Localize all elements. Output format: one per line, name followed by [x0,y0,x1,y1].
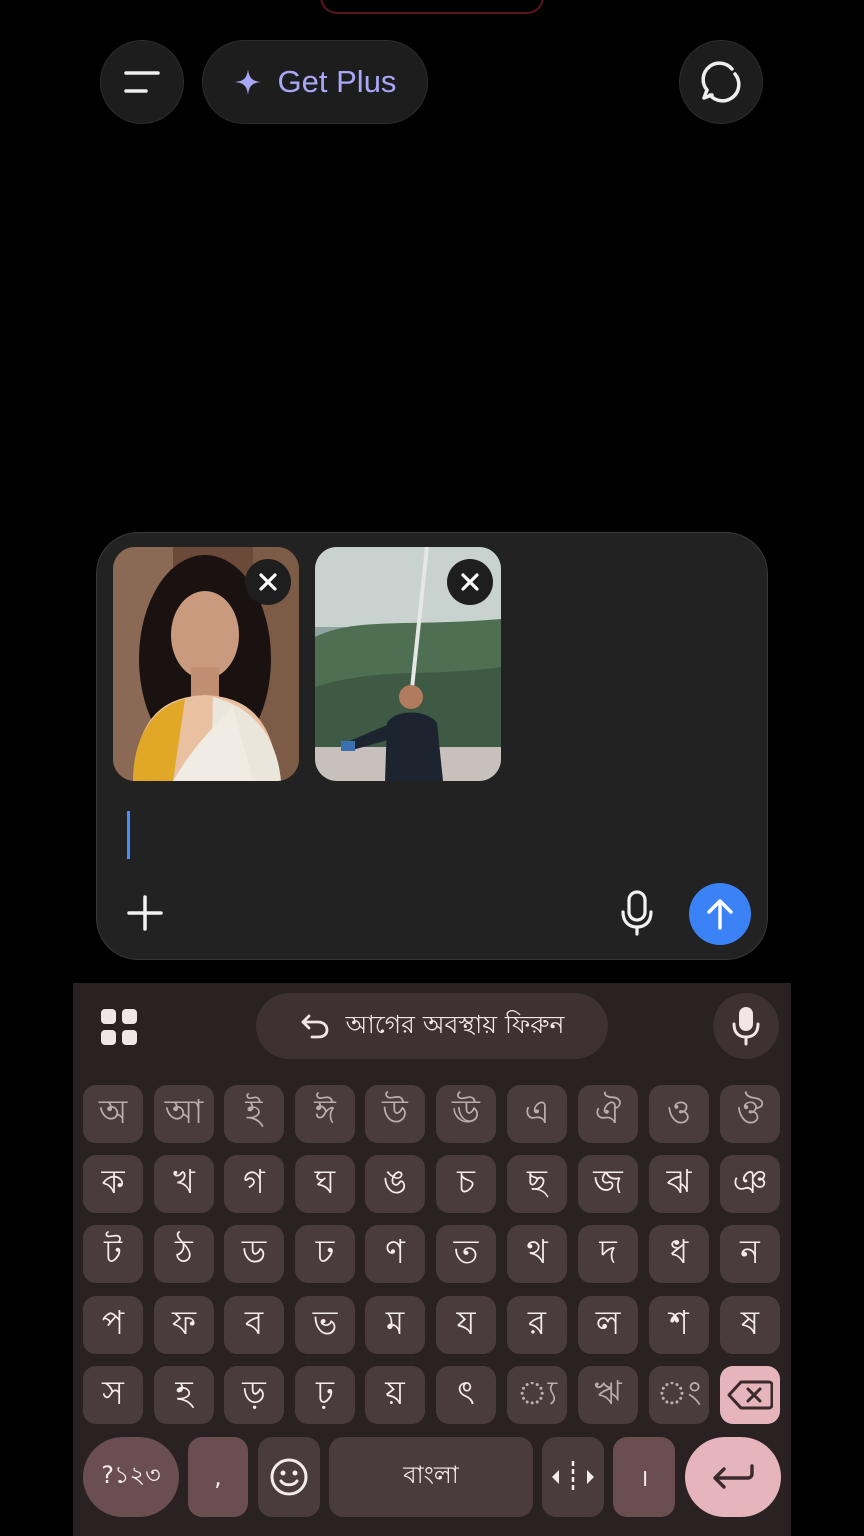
comma-key[interactable]: , [188,1437,248,1517]
key[interactable]: থ [507,1225,567,1283]
send-button[interactable] [689,883,751,945]
key[interactable]: য [436,1296,496,1354]
key[interactable]: গ [224,1155,284,1213]
refresh-chat-icon [701,61,741,103]
key[interactable]: ্য [507,1366,567,1424]
key[interactable]: উ [365,1085,425,1143]
cursor-arrows-icon [552,1461,594,1493]
key[interactable]: ণ [365,1225,425,1283]
key[interactable]: ই [224,1085,284,1143]
backspace-key[interactable] [720,1366,780,1424]
key[interactable]: ট [83,1225,143,1283]
microphone-icon [732,1007,760,1046]
microphone-icon [621,890,653,936]
danda-key[interactable]: । [613,1437,675,1517]
key[interactable]: ফ [154,1296,214,1354]
emoji-icon [270,1458,308,1496]
undo-suggestion-chip[interactable]: আগের অবস্থায় ফিরুন [256,993,608,1059]
key[interactable]: ঙ [365,1155,425,1213]
key[interactable]: জ [578,1155,638,1213]
undo-suggestion-label: আগের অবস্থায় ফিরুন [345,1009,565,1039]
key[interactable]: ঞ [720,1155,780,1213]
enter-icon [713,1464,754,1489]
text-input-caret[interactable] [127,811,130,859]
cursor-move-key[interactable] [542,1437,604,1517]
key[interactable]: ত [436,1225,496,1283]
key[interactable]: স [83,1366,143,1424]
key[interactable]: ঈ [295,1085,355,1143]
close-icon [461,573,479,591]
key[interactable]: আ [154,1085,214,1143]
key[interactable]: য় [365,1366,425,1424]
new-chat-button[interactable] [679,40,763,124]
remove-attachment-button[interactable] [245,559,291,605]
key[interactable]: ঊ [436,1085,496,1143]
key[interactable]: ঝ [649,1155,709,1213]
key[interactable]: ঐ [578,1085,638,1143]
key[interactable]: ড [224,1225,284,1283]
key[interactable]: ও [649,1085,709,1143]
keyboard-toolbar: আগের অবস্থায় ফিরুন [73,983,791,1071]
arrow-up-icon [707,899,733,930]
attachment-thumbnail[interactable] [315,547,501,781]
key[interactable]: ভ [295,1296,355,1354]
key[interactable]: ছ [507,1155,567,1213]
key[interactable]: ৎ [436,1366,496,1424]
key[interactable]: ন [720,1225,780,1283]
key[interactable]: অ [83,1085,143,1143]
emoji-key[interactable] [258,1437,320,1517]
key[interactable]: ঔ [720,1085,780,1143]
key[interactable]: প [83,1296,143,1354]
key[interactable]: ধ [649,1225,709,1283]
key[interactable]: ম [365,1296,425,1354]
space-key[interactable]: বাংলা [329,1437,533,1517]
key[interactable]: ঠ [154,1225,214,1283]
menu-button[interactable] [100,40,184,124]
key[interactable]: ব [224,1296,284,1354]
plus-icon [127,895,163,931]
key[interactable]: চ [436,1155,496,1213]
remove-attachment-button[interactable] [447,559,493,605]
backspace-icon [727,1380,773,1410]
key[interactable]: ঢ় [295,1366,355,1424]
keyboard-voice-button[interactable] [713,993,779,1059]
key[interactable]: ঋ [578,1366,638,1424]
undo-icon [301,1014,328,1039]
key[interactable]: ঘ [295,1155,355,1213]
symbols-key[interactable]: ?১২৩ [83,1437,179,1517]
key[interactable]: ড় [224,1366,284,1424]
enter-key[interactable] [685,1437,781,1517]
on-screen-keyboard: আগের অবস্থায় ফিরুন অ আ ই ঈ উ ঊ এ ঐ ও ঔ … [73,983,791,1536]
key[interactable]: ল [578,1296,638,1354]
key[interactable]: র [507,1296,567,1354]
camera-notch-outline [320,0,544,14]
add-attachment-button[interactable] [119,887,171,939]
apps-grid-icon[interactable] [99,1007,139,1047]
key[interactable]: খ [154,1155,214,1213]
key[interactable]: ং [649,1366,709,1424]
key[interactable]: ঢ [295,1225,355,1283]
get-plus-label: Get Plus [277,64,397,99]
get-plus-button[interactable]: Get Plus [202,40,428,124]
sparkle-icon [234,69,261,95]
key[interactable]: ক [83,1155,143,1213]
attachment-thumbnail[interactable] [113,547,299,781]
message-composer [96,532,768,960]
close-icon [259,573,277,591]
key[interactable]: ষ [720,1296,780,1354]
voice-input-button[interactable] [611,887,663,939]
key[interactable]: হ [154,1366,214,1424]
key[interactable]: এ [507,1085,567,1143]
key[interactable]: দ [578,1225,638,1283]
menu-icon [124,71,160,93]
key[interactable]: শ [649,1296,709,1354]
